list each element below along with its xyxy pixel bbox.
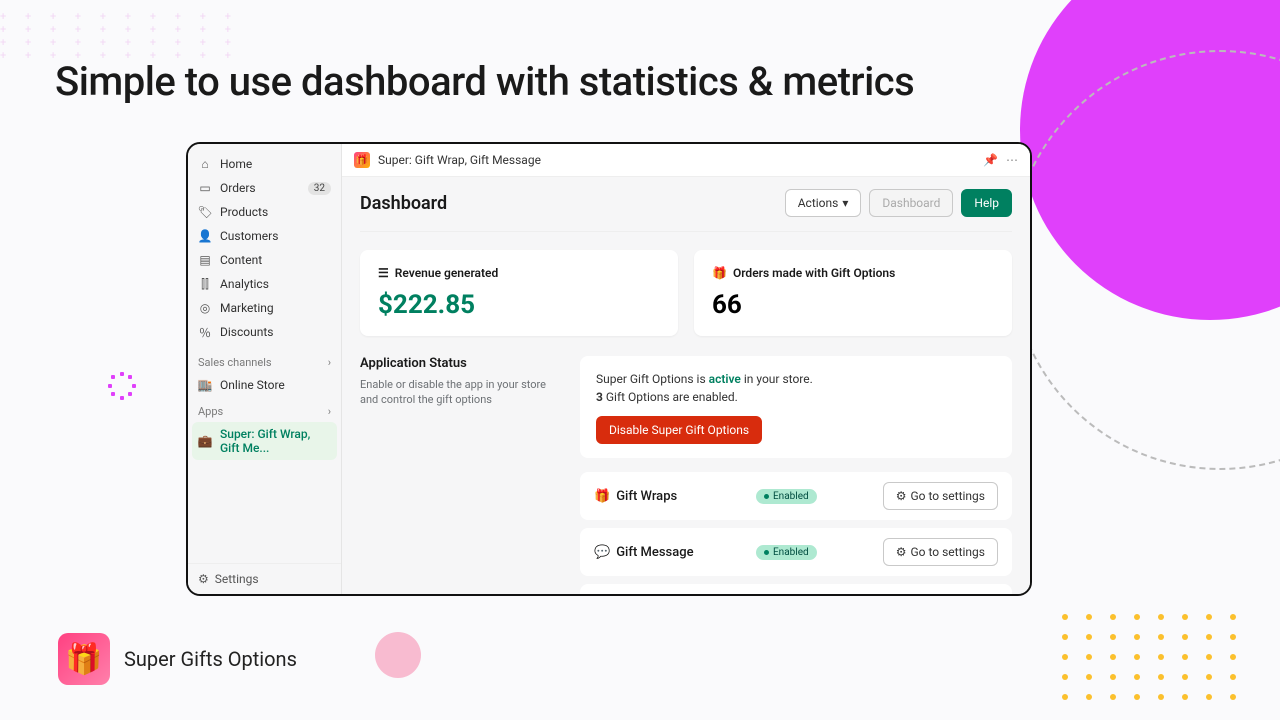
store-icon: 🏬 (198, 378, 212, 392)
analytics-icon: ⫿⫿ (198, 277, 212, 291)
person-icon: 👤 (198, 229, 212, 243)
sidebar-item-label: Orders (220, 181, 308, 195)
status-heading: Application Status (360, 356, 560, 371)
chevron-right-icon: › (328, 356, 331, 369)
discount-icon: ％ (198, 325, 212, 339)
app-header: 🎁 Super: Gift Wrap, Gift Message 📌 ⋯ (342, 144, 1030, 177)
headline: Simple to use dashboard with statistics … (55, 58, 914, 105)
gear-icon: ⚙ (198, 572, 209, 586)
sidebar-item-products[interactable]: 🏷 Products (188, 200, 341, 224)
stack-icon: ☰ (378, 266, 389, 280)
sidebar-item-home[interactable]: ⌂ Home (188, 152, 341, 176)
sidebar-item-label: Discounts (220, 325, 331, 339)
sidebar: ⌂ Home ▭ Orders32 🏷 Products 👤 Customers ▤ Co… (188, 144, 342, 594)
sidebar-item-label: Customers (220, 229, 331, 243)
sidebar-item-label: Analytics (220, 277, 331, 291)
status-text: Super Gift Options is active in your sto… (596, 370, 996, 406)
chevron-down-icon: ▾ (842, 196, 848, 210)
enabled-badge: Enabled (756, 545, 817, 560)
apps-header[interactable]: Apps › (188, 397, 341, 422)
decorative-spinner (108, 372, 136, 400)
option-row-gift-receipt: 🧾Gift Receipt Enabled ⚙Go to settings (580, 584, 1012, 594)
target-icon: ◎ (198, 301, 212, 315)
option-row-gift-wraps: 🎁 Gift Wraps Enabled ⚙Go to settings (580, 472, 1012, 520)
content-icon: ▤ (198, 253, 212, 267)
gift-icon: 🎁 (354, 152, 370, 168)
sidebar-item-label: Home (220, 157, 331, 171)
sidebar-item-label: Products (220, 205, 331, 219)
footer-label: Super Gifts Options (124, 647, 297, 671)
revenue-card: ☰ Revenue generated $222.85 (360, 250, 678, 336)
button-label: Go to settings (910, 489, 985, 503)
sidebar-item-marketing[interactable]: ◎ Marketing (188, 296, 341, 320)
tag-icon: 🏷 (198, 205, 212, 219)
sidebar-item-label: Content (220, 253, 331, 267)
sidebar-item-active-app[interactable]: 💼 Super: Gift Wrap, Gift Me... (192, 422, 337, 460)
enabled-badge: Enabled (756, 489, 817, 504)
sidebar-item-content[interactable]: ▤ Content (188, 248, 341, 272)
active-word: active (709, 372, 741, 386)
sidebar-item-discounts[interactable]: ％ Discounts (188, 320, 341, 344)
button-label: Go to settings (910, 545, 985, 559)
footer: 🎁 Super Gifts Options (58, 633, 297, 685)
card-label: Orders made with Gift Options (733, 266, 895, 280)
sidebar-item-label: Settings (215, 572, 259, 586)
main-area: 🎁 Super: Gift Wrap, Gift Message 📌 ⋯ Das… (342, 144, 1030, 594)
status-card: Super Gift Options is active in your sto… (580, 356, 1012, 458)
decorative-small-circle (375, 632, 421, 678)
app-window: ⌂ Home ▭ Orders32 🏷 Products 👤 Customers ▤ Co… (186, 142, 1032, 596)
help-button[interactable]: Help (961, 189, 1012, 217)
orders-card: 🎁 Orders made with Gift Options 66 (694, 250, 1012, 336)
orders-value: 66 (712, 290, 994, 320)
section-label: Sales channels (198, 356, 272, 369)
sidebar-item-label: Super: Gift Wrap, Gift Me... (220, 427, 331, 455)
status-description: Enable or disable the app in your store … (360, 377, 560, 408)
sidebar-item-orders[interactable]: ▭ Orders32 (188, 176, 341, 200)
sales-channels-header[interactable]: Sales channels › (188, 348, 341, 373)
sidebar-item-online-store[interactable]: 🏬 Online Store (188, 373, 341, 397)
sidebar-item-label: Online Store (220, 378, 331, 392)
gift-icon: 🎁 (712, 266, 727, 280)
page-title: Dashboard (360, 193, 447, 214)
dashboard-button: Dashboard (869, 189, 953, 217)
sidebar-item-settings[interactable]: ⚙ Settings (188, 563, 341, 594)
gear-icon: ⚙ (896, 545, 907, 559)
disable-button[interactable]: Disable Super Gift Options (596, 416, 762, 444)
sidebar-item-analytics[interactable]: ⫿⫿ Analytics (188, 272, 341, 296)
chevron-right-icon: › (328, 405, 331, 418)
gift-icon: 🎁 (594, 489, 610, 504)
go-to-settings-button[interactable]: ⚙Go to settings (883, 538, 998, 566)
option-name: Gift Message (616, 545, 693, 560)
sidebar-item-label: Marketing (220, 301, 331, 315)
button-label: Actions (798, 196, 839, 210)
card-label: Revenue generated (395, 266, 498, 280)
orders-badge: 32 (308, 182, 331, 195)
option-name: Gift Wraps (616, 489, 677, 504)
orders-icon: ▭ (198, 181, 212, 195)
go-to-settings-button[interactable]: ⚙Go to settings (883, 482, 998, 510)
briefcase-icon: 💼 (198, 434, 212, 448)
option-row-gift-message: 💬 Gift Message Enabled ⚙Go to settings (580, 528, 1012, 576)
app-title: Super: Gift Wrap, Gift Message (378, 153, 541, 167)
app-logo-icon: 🎁 (58, 633, 110, 685)
section-label: Apps (198, 405, 223, 418)
actions-button[interactable]: Actions ▾ (785, 189, 862, 217)
decorative-plus-grid: + + + + + + + + + ++ + + + + + + + + ++ … (0, 10, 239, 62)
divider (360, 231, 1012, 232)
home-icon: ⌂ (198, 157, 212, 171)
gear-icon: ⚙ (896, 489, 907, 503)
more-icon[interactable]: ⋯ (1006, 153, 1018, 167)
chat-icon: 💬 (594, 545, 610, 560)
sidebar-item-customers[interactable]: 👤 Customers (188, 224, 341, 248)
pin-icon[interactable]: 📌 (983, 153, 998, 167)
decorative-dot-grid (1062, 614, 1240, 700)
revenue-value: $222.85 (378, 290, 660, 320)
